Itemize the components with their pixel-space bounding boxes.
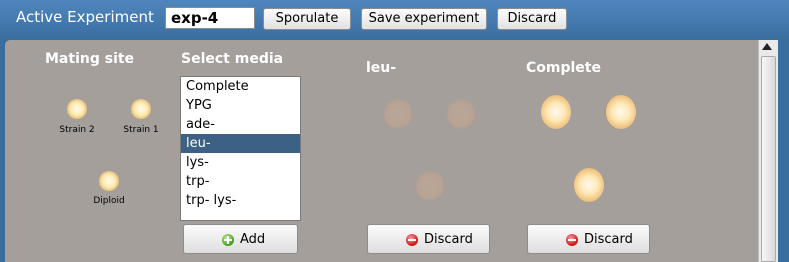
scrollbar-thumb[interactable] [761,56,776,262]
add-media-button[interactable]: Add [183,224,298,254]
top-bar: Active Experiment Sporulate Save experim… [0,0,789,38]
sporulate-button[interactable]: Sporulate [263,8,351,30]
discard-label: Discard [424,232,473,247]
strain-2-label: Strain 2 [59,125,95,135]
plate-leu-spot-strain-1 [447,99,475,129]
add-label: Add [240,232,266,247]
plate-leu-spot-strain-2 [384,99,412,129]
discard-icon [406,234,418,246]
media-listbox[interactable]: Complete YPG ade- leu- lys- trp- trp- ly… [180,76,301,221]
active-experiment-label: Active Experiment [16,8,154,26]
add-icon [222,234,234,246]
select-media-heading: Select media [181,51,284,67]
plate-leu-spot-diploid [416,171,444,201]
diploid-spot[interactable] [99,171,119,191]
discard-experiment-button[interactable]: Discard [497,8,567,30]
plate-complete-spot-strain-1 [606,95,636,129]
mating-site-heading: Mating site [45,51,135,67]
diploid-label: Diploid [93,196,125,206]
scroll-up-arrow-icon[interactable] [762,43,772,50]
vertical-scrollbar[interactable] [758,40,778,262]
media-option[interactable]: lys- [181,153,300,172]
media-option[interactable]: trp- lys- [181,191,300,210]
plate-complete-spot-diploid [574,168,604,202]
save-experiment-button[interactable]: Save experiment [361,8,487,30]
discard-icon [566,234,578,246]
media-option-selected[interactable]: leu- [181,134,300,153]
strain-1-spot[interactable] [131,99,151,119]
plate-leu-discard-button[interactable]: Discard [367,224,490,254]
plate-leu-heading: leu- [366,60,397,76]
media-option[interactable]: trp- [181,172,300,191]
media-option[interactable]: ade- [181,115,300,134]
discard-label: Discard [584,232,633,247]
experiment-name-input[interactable] [165,7,255,29]
plate-complete-discard-button[interactable]: Discard [527,224,650,254]
strain-2-spot[interactable] [67,99,87,119]
strain-1-label: Strain 1 [123,125,159,135]
media-option[interactable]: YPG [181,96,300,115]
media-option[interactable]: Complete [181,77,300,96]
plate-complete-heading: Complete [526,60,601,76]
plate-complete-spot-strain-2 [541,95,571,129]
